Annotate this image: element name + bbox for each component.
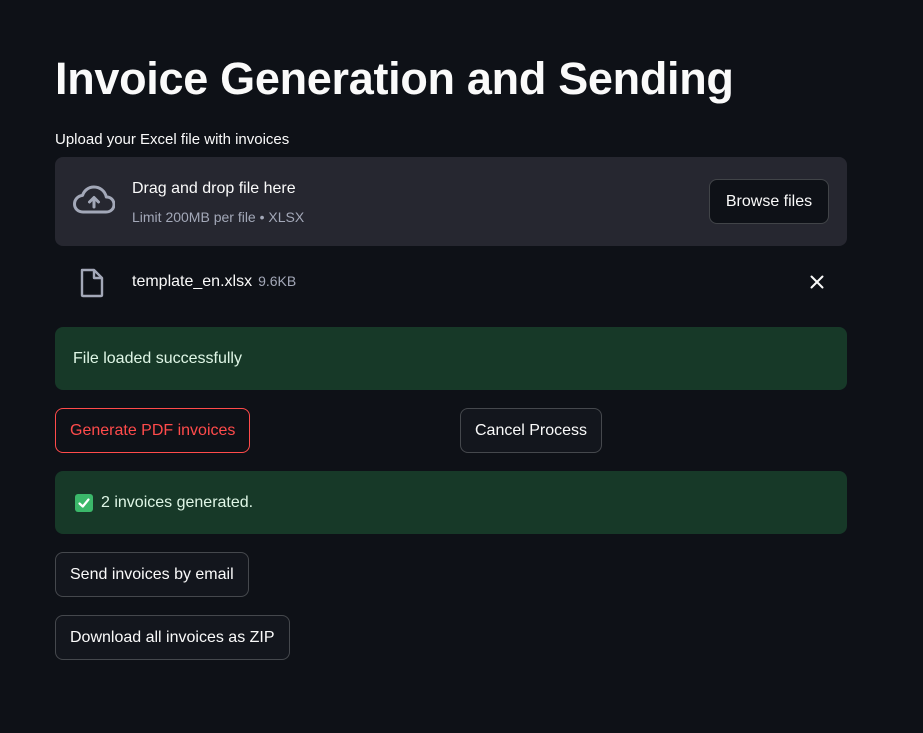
app-main: Invoice Generation and Sending Upload yo… <box>0 0 923 733</box>
dropzone-limit: Limit 200MB per file • XLSX <box>132 209 305 225</box>
cloud-upload-icon <box>73 185 115 214</box>
file-loaded-alert: File loaded successfully <box>55 327 847 390</box>
close-icon[interactable] <box>805 270 829 294</box>
check-mark-icon <box>78 497 90 508</box>
invoices-generated-alert: 2 invoices generated. <box>55 471 847 534</box>
send-email-button[interactable]: Send invoices by email <box>55 552 249 597</box>
file-loaded-text: File loaded successfully <box>73 349 242 367</box>
page-title: Invoice Generation and Sending <box>55 53 734 104</box>
generate-pdf-button[interactable]: Generate PDF invoices <box>55 408 251 453</box>
file-icon <box>80 268 104 298</box>
file-name-wrapper: template_en.xlsx 9.6KB <box>132 270 296 293</box>
dropzone-text: Drag and drop file here Limit 200MB per … <box>132 178 304 227</box>
invoices-generated-text: 2 invoices generated. <box>101 493 254 511</box>
file-size: 9.6KB <box>258 273 297 289</box>
check-mark-button-icon <box>75 493 93 512</box>
uploaded-file-row: template_en.xlsx 9.6KB <box>55 258 847 306</box>
browse-files-button[interactable]: Browse files <box>709 179 829 224</box>
dropzone-title: Drag and drop file here <box>132 180 296 197</box>
uploader-label: Upload your Excel file with invoices <box>55 131 290 148</box>
file-dropzone[interactable]: Drag and drop file here Limit 200MB per … <box>55 157 847 246</box>
download-zip-button[interactable]: Download all invoices as ZIP <box>55 615 290 660</box>
cancel-process-button[interactable]: Cancel Process <box>460 408 603 453</box>
file-name: template_en.xlsx <box>132 273 253 290</box>
